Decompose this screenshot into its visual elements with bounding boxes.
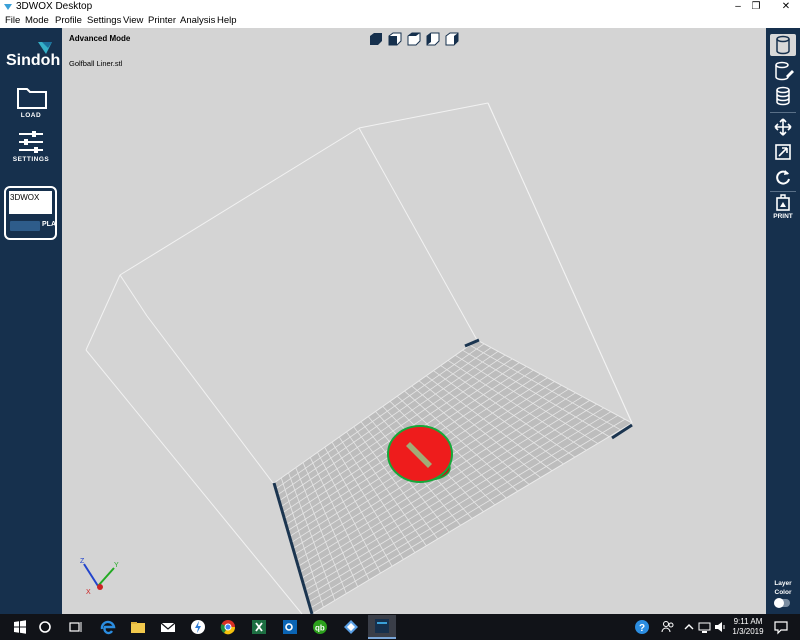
cylinder-pencil-icon	[775, 61, 794, 81]
mail-icon[interactable]	[159, 618, 177, 636]
search-icon[interactable]	[36, 618, 54, 636]
app-diamond-icon[interactable]	[342, 618, 360, 636]
edge-browser-icon[interactable]	[99, 618, 117, 636]
excel-icon[interactable]	[250, 618, 268, 636]
golfball-liner-model[interactable]	[387, 425, 453, 483]
x-axis-label: X	[86, 589, 91, 596]
load-button[interactable]: LOAD	[0, 83, 62, 123]
scene: Z Y X	[80, 102, 634, 614]
menu-profile[interactable]: Profile	[55, 14, 82, 28]
chrome-icon[interactable]	[219, 618, 237, 636]
layer-color-text: Layer Color	[774, 580, 792, 596]
clock-date: 1/3/2019	[732, 627, 764, 636]
help-icon[interactable]: ?	[633, 618, 651, 636]
menu-settings[interactable]: Settings	[87, 14, 121, 28]
app-icon	[4, 4, 12, 10]
window-title: 3DWOX Desktop	[16, 1, 93, 12]
view-top-cube-icon[interactable]	[407, 32, 421, 46]
quickbooks-icon[interactable]: qb	[311, 618, 329, 636]
move-arrows-icon	[774, 118, 792, 136]
settings-button[interactable]: SETTINGS	[0, 128, 62, 168]
mode-label: Advanced Mode	[69, 34, 131, 43]
folder-icon	[17, 88, 47, 109]
menu-mode[interactable]: Mode	[25, 14, 49, 28]
3dwox-taskbar-button[interactable]	[368, 615, 396, 639]
system-clock[interactable]: 9:11 AM 1/3/2019	[730, 617, 766, 637]
menu-help[interactable]: Help	[217, 14, 237, 28]
load-label: LOAD	[20, 112, 42, 119]
brand-logo: Sindoh	[6, 42, 61, 70]
view-iso-cube-icon[interactable]	[369, 32, 383, 46]
3d-viewport[interactable]: Z Y X Advanced Mode Golfball Liner.stl	[62, 28, 766, 614]
scale-button[interactable]	[770, 141, 796, 163]
clock-time: 9:11 AM	[733, 617, 763, 626]
view-right-cube-icon[interactable]	[445, 32, 459, 46]
windows-start-icon[interactable]	[11, 618, 29, 636]
rotate-icon	[776, 170, 790, 185]
toggle-knob	[774, 598, 784, 608]
3dwox-app-icon	[375, 619, 389, 633]
layer-color-label: Layer Color	[766, 579, 800, 597]
settings-label: SETTINGS	[12, 156, 50, 163]
axis-gizmo: Z Y X	[80, 558, 119, 596]
build-plate	[272, 338, 634, 614]
svg-text:?: ?	[639, 623, 645, 634]
menu-file[interactable]: File	[5, 14, 20, 28]
layer-color-toggle[interactable]	[774, 598, 790, 608]
move-button[interactable]	[770, 116, 796, 138]
view-front-cube-icon[interactable]	[388, 32, 402, 46]
divider	[770, 191, 796, 192]
taskbar: qb ? 9:11 AM 1/3/2019	[0, 614, 800, 640]
brand-name: Sindoh	[6, 52, 61, 69]
menu-bar: File Mode Profile Settings View Printer …	[0, 14, 800, 28]
outlook-icon[interactable]	[281, 618, 299, 636]
people-icon[interactable]	[659, 618, 677, 636]
title-bar: 3DWOX Desktop – ❐ ✕	[0, 0, 800, 14]
cylinder-icon	[776, 35, 790, 55]
volume-icon[interactable]	[712, 618, 730, 636]
rotate-button[interactable]	[770, 166, 796, 188]
solid-view-button[interactable]	[770, 34, 796, 56]
z-axis-label: Z	[80, 558, 85, 565]
app-bolt-icon[interactable]	[189, 618, 207, 636]
sliders-icon	[19, 131, 43, 153]
file-name: Golfball Liner.stl	[69, 59, 123, 68]
divider	[770, 112, 796, 113]
file-explorer-icon[interactable]	[129, 618, 147, 636]
menu-view[interactable]: View	[123, 14, 143, 28]
maximize-button[interactable]: ❐	[744, 0, 768, 14]
printer-profile-card[interactable]: 3DWOX PLA	[4, 186, 57, 240]
layer-view-button[interactable]	[770, 85, 796, 107]
task-view-icon[interactable]	[66, 618, 84, 636]
y-axis-label: Y	[114, 562, 119, 569]
svg-text:qb: qb	[315, 624, 325, 633]
printer-name: 3DWOX	[9, 191, 52, 214]
print-label: PRINT	[773, 213, 793, 220]
close-button[interactable]: ✕	[774, 0, 798, 14]
menu-printer[interactable]: Printer	[148, 14, 176, 28]
scale-icon	[775, 144, 791, 160]
left-sidebar: Sindoh LOAD SETTINGS 3DWOX PLA	[0, 28, 62, 614]
notifications-icon[interactable]	[772, 618, 790, 636]
right-sidebar: PRINT Layer Color	[766, 28, 800, 614]
material-label: PLA	[42, 221, 56, 228]
view-left-cube-icon[interactable]	[426, 32, 440, 46]
material-color-bar	[10, 221, 40, 231]
layers-icon	[776, 86, 790, 106]
xray-view-button[interactable]	[770, 60, 796, 82]
menu-analysis[interactable]: Analysis	[180, 14, 215, 28]
print-icon	[776, 194, 790, 211]
